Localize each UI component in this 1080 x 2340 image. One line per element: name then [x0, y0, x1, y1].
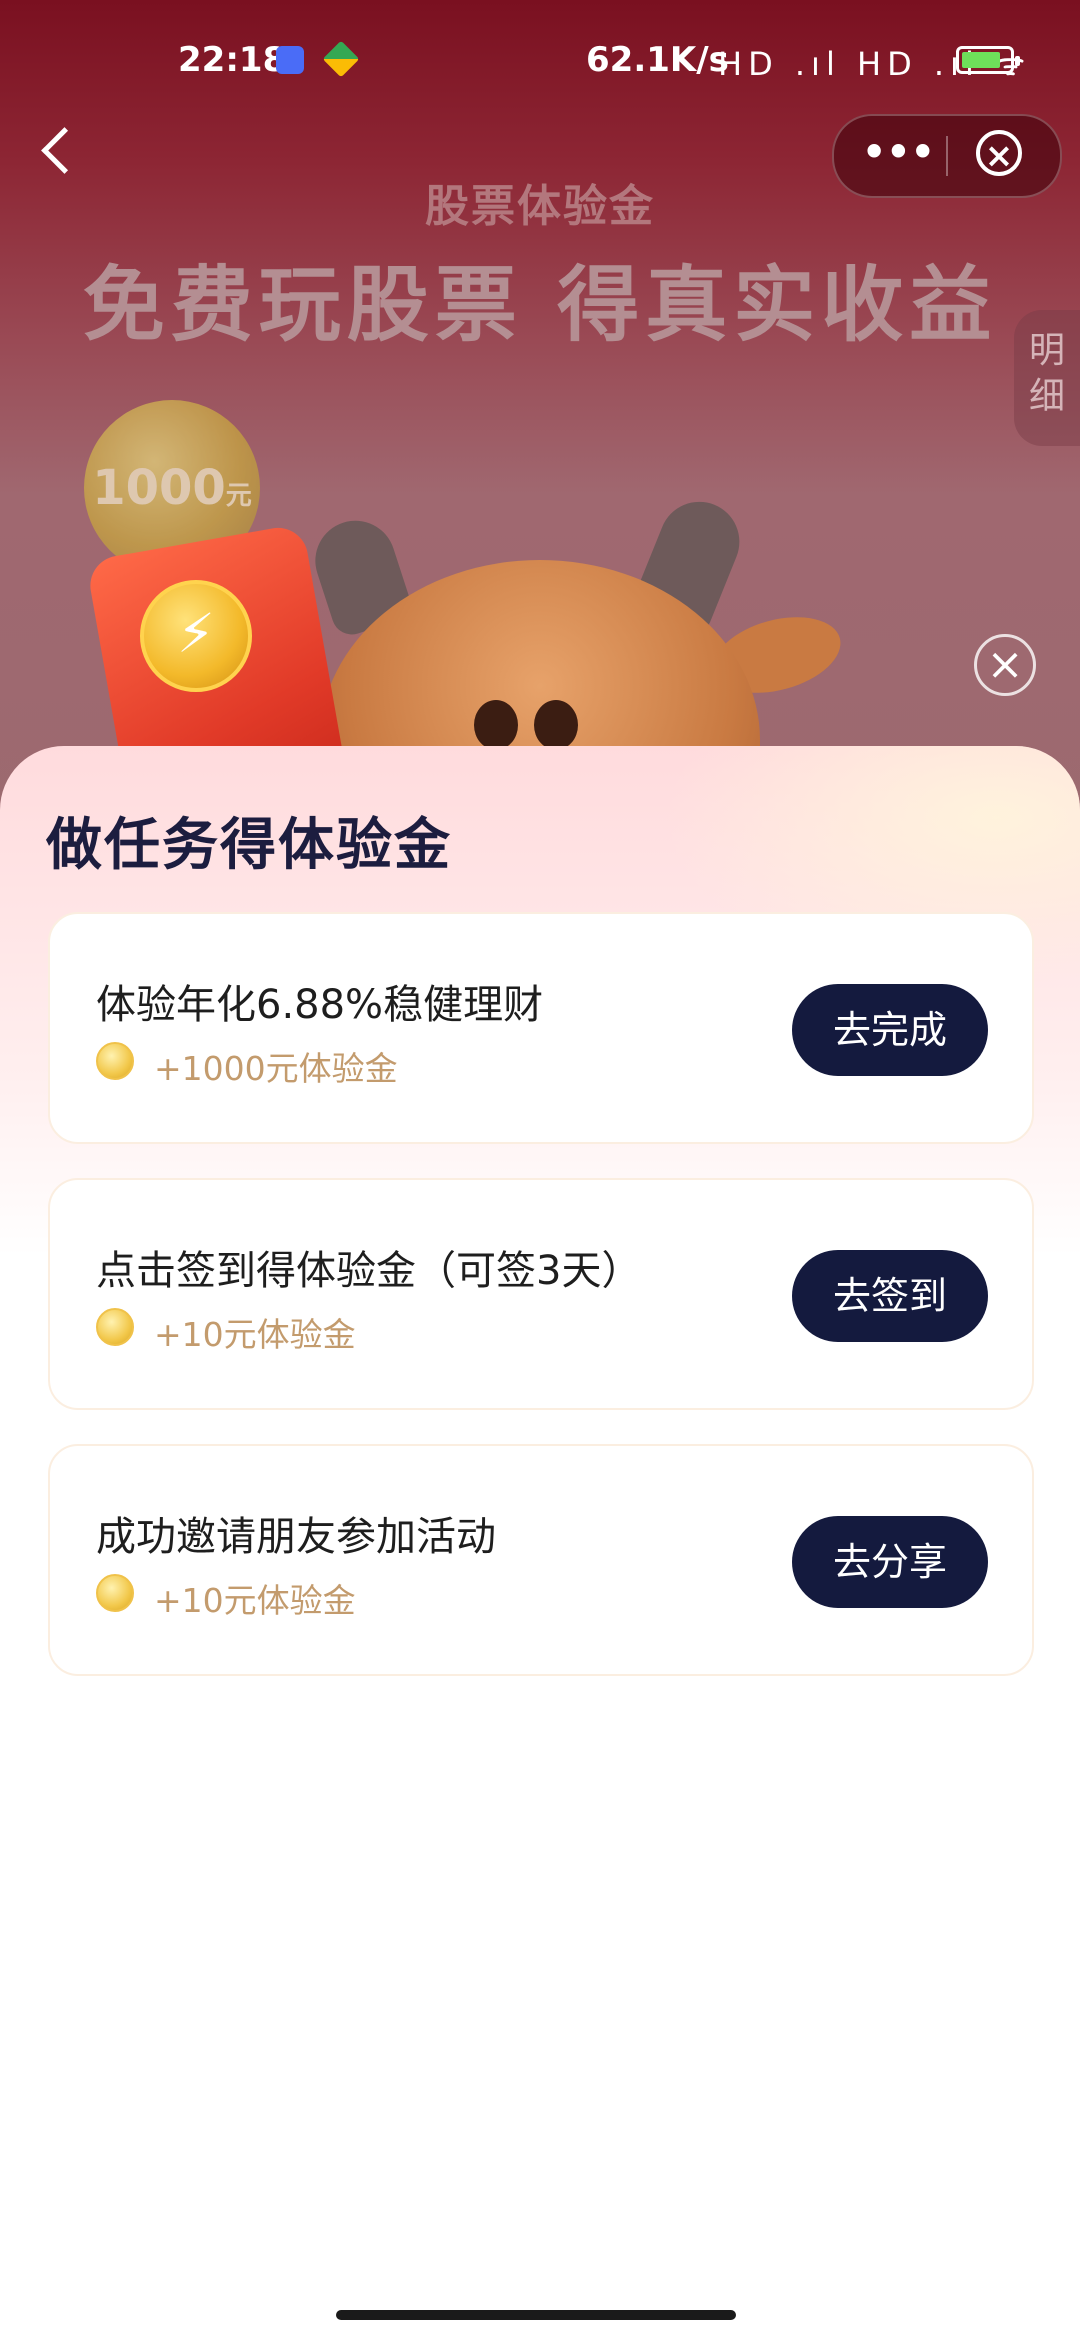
status-bar: 22:18 62.1K/s HD .ıl HD .ıl ᯤ [0, 0, 1080, 110]
coin-amount: 1000 [92, 460, 226, 516]
task-title: 点击签到得体验金（可签3天） [96, 1248, 642, 1294]
task-card: 点击签到得体验金（可签3天） +10元体验金 去签到 [48, 1178, 1034, 1410]
section-title: 做任务得体验金 [46, 813, 452, 878]
banner-title: 免费玩股票 得真实收益 [82, 258, 998, 353]
coin-icon [96, 1308, 134, 1346]
app-notification-icon-2 [322, 40, 360, 78]
task-reward: +1000元体验金 [154, 1049, 398, 1088]
battery-icon [956, 46, 1020, 74]
lightning-coin-icon: ⚡ [140, 580, 252, 692]
task-reward: +10元体验金 [154, 1315, 356, 1354]
complete-task-button[interactable]: 去完成 [792, 984, 988, 1076]
task-title: 成功邀请朋友参加活动 [96, 1514, 496, 1560]
coin-icon [96, 1042, 134, 1080]
network-speed: 62.1K/s [586, 40, 729, 80]
task-title: 体验年化6.88%稳健理财 [96, 982, 544, 1028]
status-time: 22:18 [178, 40, 287, 80]
coin-unit: 元 [225, 481, 252, 511]
banner-subtitle: 股票体验金 [425, 181, 655, 232]
home-indicator[interactable] [336, 2310, 736, 2320]
coin-icon [96, 1574, 134, 1612]
bull-nostril [474, 700, 518, 750]
share-button[interactable]: 去分享 [792, 1516, 988, 1608]
sign-in-button[interactable]: 去签到 [792, 1250, 988, 1342]
task-sheet: 做任务得体验金 体验年化6.88%稳健理财 +1000元体验金 去完成 点击签到… [0, 746, 1080, 2340]
task-card: 体验年化6.88%稳健理财 +1000元体验金 去完成 [48, 912, 1034, 1144]
detail-tab[interactable]: 明 细 [1014, 310, 1080, 446]
popup-close-icon[interactable]: × [974, 634, 1036, 696]
task-card: 成功邀请朋友参加活动 +10元体验金 去分享 [48, 1444, 1034, 1676]
bull-nostril [534, 700, 578, 750]
app-notification-icon [276, 46, 304, 74]
task-reward: +10元体验金 [154, 1581, 356, 1620]
